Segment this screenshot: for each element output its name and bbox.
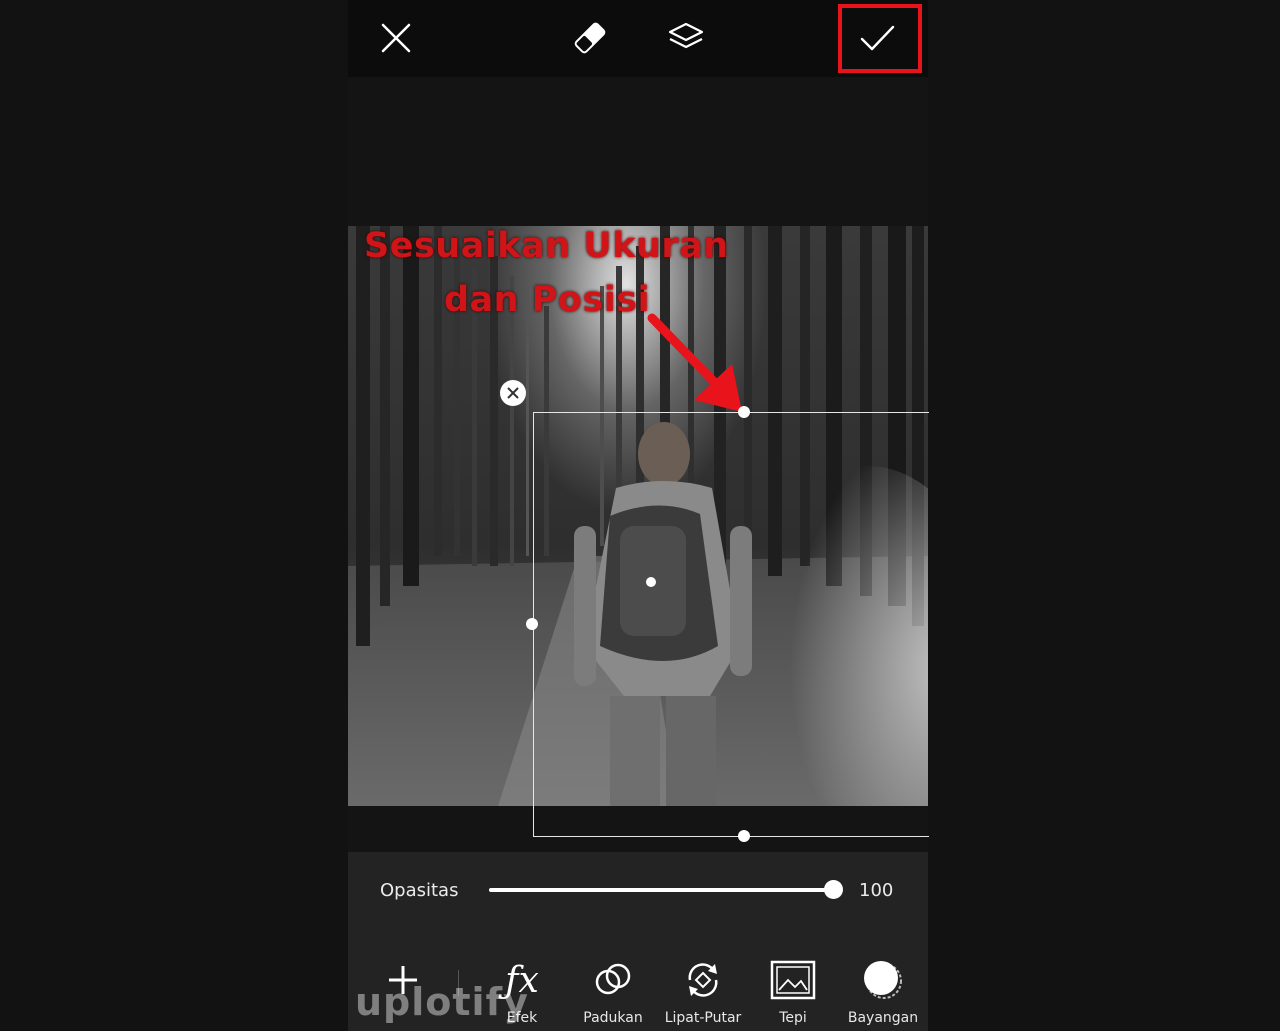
close-icon <box>507 387 519 399</box>
check-icon <box>860 25 895 51</box>
shadow-icon <box>864 961 902 999</box>
flip-rotate-icon <box>688 963 718 997</box>
close-icon <box>381 23 411 53</box>
border-image-icon <box>770 960 816 1000</box>
annotation-line-1: Sesuaikan Ukuran <box>364 226 729 266</box>
eraser-icon <box>574 22 606 54</box>
resize-handle-top[interactable] <box>738 406 750 418</box>
opacity-slider-track[interactable] <box>489 888 834 892</box>
tool-label-padukan: Padukan <box>583 1010 643 1026</box>
opacity-value: 100 <box>859 880 894 901</box>
layers-icon <box>668 22 704 49</box>
watermark-logo: uplotify <box>355 980 529 1024</box>
tool-bayangan[interactable]: Bayangan <box>838 952 928 1026</box>
annotation-arrow-icon <box>647 313 742 412</box>
layers-button[interactable] <box>662 14 710 62</box>
blend-icon <box>595 963 631 995</box>
eraser-button[interactable] <box>566 14 614 62</box>
annotation-line-2: dan Posisi <box>444 280 651 320</box>
opacity-label: Opasitas <box>380 880 459 901</box>
selection-frame[interactable] <box>533 412 929 837</box>
close-button[interactable] <box>372 14 420 62</box>
resize-handle-left[interactable] <box>526 618 538 630</box>
tool-padukan[interactable]: Padukan <box>568 952 658 1026</box>
apply-button[interactable] <box>853 14 901 62</box>
center-handle[interactable] <box>646 577 656 587</box>
tool-label-bayangan: Bayangan <box>847 1010 919 1026</box>
resize-handle-bottom[interactable] <box>738 830 750 842</box>
tool-label-lipat-putar: Lipat-Putar <box>664 1010 742 1026</box>
remove-layer-button[interactable] <box>500 380 526 406</box>
tool-label-tepi: Tepi <box>779 1010 807 1026</box>
tool-tepi[interactable]: Tepi <box>748 952 838 1026</box>
tool-lipat-putar[interactable]: Lipat-Putar <box>658 952 748 1026</box>
opacity-slider-thumb[interactable] <box>824 880 843 899</box>
top-toolbar <box>348 0 928 77</box>
